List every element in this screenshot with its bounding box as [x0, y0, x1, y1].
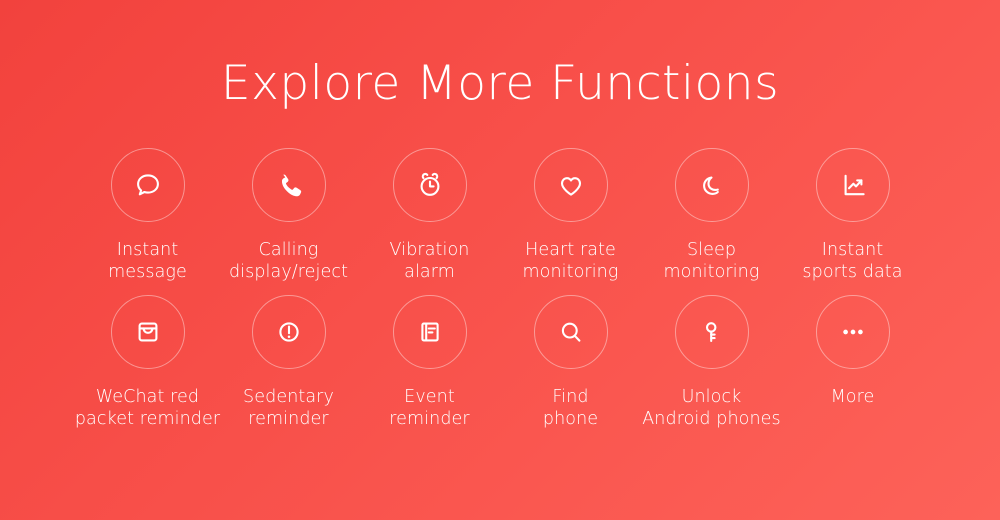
crescent-moon-icon	[695, 168, 729, 202]
key-icon	[695, 315, 729, 349]
icon-circle[interactable]	[392, 148, 467, 222]
feature-label-line1: WeChat red	[95, 387, 200, 407]
icon-circle[interactable]	[251, 295, 326, 369]
feature-label-line1: Sleep	[686, 240, 737, 260]
feature-label: Instant sports data	[773, 239, 933, 283]
feature-label: Find phone	[491, 386, 651, 430]
magnifier-search-icon	[554, 315, 588, 349]
feature-label: WeChat red packet reminder	[68, 386, 228, 430]
icon-circle[interactable]	[674, 295, 749, 369]
icon-circle[interactable]	[533, 295, 608, 369]
feature-label-line2: display/reject	[228, 262, 349, 282]
feature-label-line1: Event	[404, 387, 455, 407]
icon-circle[interactable]	[110, 148, 185, 222]
feature-instant-message[interactable]: Instant message	[77, 148, 218, 283]
feature-event-reminder[interactable]: Event reminder	[359, 295, 500, 430]
feature-find-phone[interactable]: Find phone	[500, 295, 641, 430]
feature-label-line1: Heart rate	[525, 240, 616, 260]
document-note-icon	[413, 315, 447, 349]
feature-sedentary-reminder[interactable]: Sedentary reminder	[218, 295, 359, 430]
phone-handset-icon	[272, 168, 306, 202]
feature-more[interactable]: More	[782, 295, 923, 408]
icon-circle[interactable]	[251, 148, 326, 222]
feature-grid: Instant message Calling display/reject V…	[0, 148, 1000, 430]
inbox-envelope-icon	[131, 315, 165, 349]
icon-circle[interactable]	[533, 148, 608, 222]
feature-row-1: Instant message Calling display/reject V…	[0, 148, 1000, 283]
feature-unlock-android-phones[interactable]: Unlock Android phones	[641, 295, 782, 430]
feature-label-line2: sports data	[802, 262, 903, 282]
icon-circle[interactable]	[392, 295, 467, 369]
ellipsis-icon	[836, 315, 870, 349]
feature-label-line1: Instant	[116, 240, 179, 260]
feature-wechat-red-packet-reminder[interactable]: WeChat red packet reminder	[75, 295, 220, 430]
feature-label: Calling display/reject	[209, 239, 369, 283]
feature-label: Sleep monitoring	[632, 239, 792, 283]
icon-circle[interactable]	[110, 295, 185, 369]
feature-calling-display-reject[interactable]: Calling display/reject	[218, 148, 359, 283]
icon-circle[interactable]	[674, 148, 749, 222]
feature-instant-sports-data[interactable]: Instant sports data	[782, 148, 923, 283]
feature-label-line1: More	[830, 387, 875, 407]
feature-label-line2: reminder	[389, 409, 470, 429]
line-chart-icon	[836, 168, 870, 202]
alarm-clock-icon	[413, 168, 447, 202]
feature-label-line2: packet reminder	[74, 409, 221, 429]
feature-label: Instant message	[68, 239, 228, 283]
feature-label-line2: monitoring	[522, 262, 619, 282]
feature-label-line2: message	[108, 262, 187, 282]
speech-bubble-icon	[131, 168, 165, 202]
feature-label-line1: Unlock	[681, 387, 742, 407]
promo-banner: Explore More Functions Instant message C…	[0, 0, 1000, 520]
exclamation-circle-icon	[272, 315, 306, 349]
feature-vibration-alarm[interactable]: Vibration alarm	[359, 148, 500, 283]
icon-circle[interactable]	[815, 148, 890, 222]
feature-label-line2: alarm	[404, 262, 455, 282]
feature-label: Event reminder	[350, 386, 510, 430]
feature-label-line2: monitoring	[663, 262, 760, 282]
feature-row-2: WeChat red packet reminder Sedentary rem…	[0, 295, 1000, 430]
feature-label-line1: Vibration	[389, 240, 470, 260]
feature-heart-rate-monitoring[interactable]: Heart rate monitoring	[500, 148, 641, 283]
heart-icon	[554, 168, 588, 202]
feature-label: Heart rate monitoring	[491, 239, 651, 283]
feature-label-line2: Android phones	[642, 409, 781, 429]
page-title: Explore More Functions	[220, 56, 780, 111]
feature-label: Vibration alarm	[350, 239, 510, 283]
feature-label-line1: Instant	[821, 240, 884, 260]
feature-sleep-monitoring[interactable]: Sleep monitoring	[641, 148, 782, 283]
feature-label-line1: Calling	[258, 240, 319, 260]
feature-label-line2: reminder	[248, 409, 329, 429]
feature-label: Sedentary reminder	[209, 386, 369, 430]
feature-label: Unlock Android phones	[632, 386, 792, 430]
feature-label-line1: Sedentary	[243, 387, 334, 407]
feature-label: More	[773, 386, 933, 408]
feature-label-line2: phone	[542, 409, 599, 429]
feature-label-line1: Find	[552, 387, 589, 407]
icon-circle[interactable]	[815, 295, 890, 369]
